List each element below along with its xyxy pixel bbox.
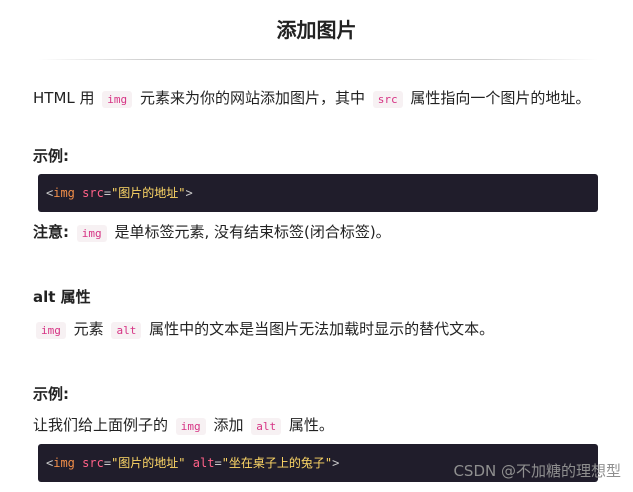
intro-paragraph: HTML 用 img 元素来为你的网站添加图片，其中 src 属性指向一个图片的…: [33, 84, 593, 114]
code-token: >: [185, 186, 193, 200]
example-label: 示例:: [33, 147, 69, 165]
inline-code-src: src: [372, 91, 403, 108]
code-block-example-1: <img src="图片的地址">: [38, 174, 598, 212]
intro-text-1: HTML 用: [33, 89, 95, 107]
alt-text-1: 元素: [73, 320, 104, 338]
inline-code-img: img: [76, 225, 107, 242]
example-2-text-2: 添加: [213, 416, 244, 434]
inline-code-img: img: [102, 91, 133, 108]
inline-code-alt: alt: [251, 418, 282, 435]
example-2-text-3: 属性。: [288, 416, 334, 434]
inline-code-img: img: [175, 418, 206, 435]
code-token: img: [53, 186, 75, 200]
intro-text-2: 元素来为你的网站添加图片，其中: [139, 89, 365, 107]
section-heading-alt: alt 属性: [33, 288, 91, 306]
alt-paragraph: img 元素 alt 属性中的文本是当图片无法加载时显示的替代文本。: [36, 315, 596, 345]
note-label: 注意:: [33, 223, 69, 241]
inline-code-img: img: [36, 322, 66, 339]
code-token: =: [103, 456, 112, 470]
code-token: =: [103, 186, 112, 200]
example-label: 示例:: [33, 385, 69, 403]
code-token: =: [214, 456, 222, 470]
alt-text-2: 属性中的文本是当图片无法加载时显示的替代文本。: [149, 320, 495, 338]
note-text: 是单标签元素, 没有结束标签(闭合标签)。: [114, 223, 391, 241]
watermark: CSDN @不加糖的理想型: [453, 462, 621, 480]
code-token: src: [82, 186, 104, 200]
page-title: 添加图片: [276, 18, 357, 42]
title-divider: [38, 59, 598, 60]
code-token: "坐在桌子上的兔子": [221, 456, 333, 470]
code-token: src: [82, 456, 104, 470]
code-token: >: [332, 456, 340, 470]
intro-text-3: 属性指向一个图片的地址。: [410, 89, 591, 107]
example-2-text-1: 让我们给上面例子的: [33, 416, 169, 434]
inline-code-alt: alt: [111, 322, 142, 339]
code-token: "图片的地址": [111, 456, 186, 470]
note-paragraph: 注意: img 是单标签元素, 没有结束标签(闭合标签)。: [33, 218, 593, 248]
example-2-paragraph: 让我们给上面例子的 img 添加 alt 属性。: [33, 411, 593, 441]
code-token: alt: [192, 456, 215, 470]
code-token: "图片的地址": [111, 186, 186, 200]
code-token: img: [53, 456, 75, 470]
